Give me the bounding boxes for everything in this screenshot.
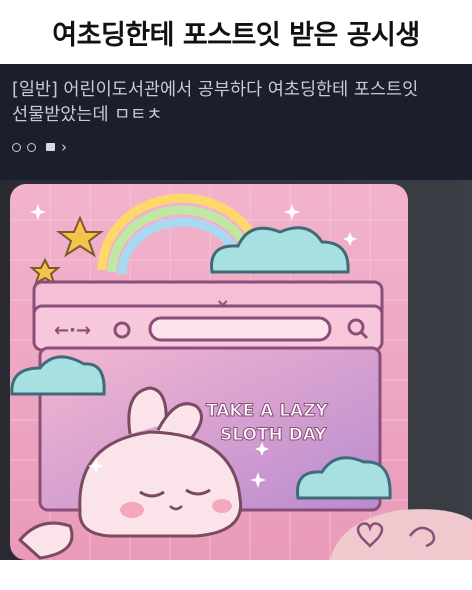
circle-icon [12, 142, 21, 152]
post-panel: [일반] 어린이도서관에서 공부하다 여초딩한테 포스트잇 선물받았는데 ㅁㅌㅊ… [0, 64, 472, 560]
chevron-right-icon[interactable]: › [61, 139, 67, 155]
post-meta-row: › [12, 138, 67, 156]
circle-icon [27, 142, 36, 152]
image-icon [46, 143, 55, 151]
post-photo: × ←·→ TAKE A LAZY SLOTH DAY [0, 180, 472, 560]
footer-spacer [0, 560, 472, 590]
headline-text: 여초딩한테 포스트잇 받은 공시생 [52, 19, 420, 51]
slogan-line-1: TAKE A LAZY [206, 401, 329, 421]
post-title[interactable]: [일반] 어린이도서관에서 공부하다 여초딩한테 포스트잇 선물받았는데 ㅁㅌㅊ [12, 78, 460, 128]
headline-banner: 여초딩한테 포스트잇 받은 공시생 [0, 0, 472, 64]
svg-text:←·→: ←·→ [54, 320, 91, 341]
slogan-line-2: SLOTH DAY [220, 425, 327, 445]
